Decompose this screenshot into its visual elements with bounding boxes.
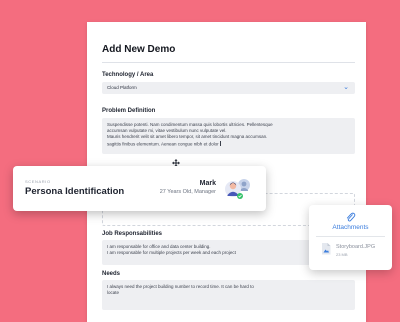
chevron-down-icon: ⌄: [343, 84, 349, 91]
technology-select-value: Cloud Platform: [107, 85, 137, 90]
image-file-icon: [322, 243, 331, 255]
needs-label: Needs: [102, 271, 121, 277]
attachment-file-size: 23 MB: [336, 252, 348, 257]
needs-textarea[interactable]: I always need the project building numbe…: [102, 280, 355, 310]
problem-definition-textarea[interactable]: Suspendisse potenti. Nam condimentum mas…: [102, 118, 355, 154]
attachment-file-name[interactable]: Storyboard.JPG: [336, 244, 375, 250]
title-divider: [102, 62, 355, 63]
scenario-eyebrow: SCENARIO: [25, 179, 51, 184]
page-title: Add New Demo: [102, 44, 176, 55]
attachments-card: Attachments Storyboard.JPG 23 MB: [309, 205, 392, 270]
problem-definition-label: Problem Definition: [102, 108, 156, 114]
persona-meta: 27 Years Old, Manager: [159, 189, 216, 195]
paperclip-icon: [346, 212, 356, 222]
problem-line: sagittis finibus elementum. Aenean congu…: [107, 141, 219, 147]
needs-line: locate: [107, 290, 120, 296]
persona-card[interactable]: SCENARIO Persona Identification Mark 27 …: [13, 166, 266, 211]
persona-title: Persona Identification: [25, 186, 125, 197]
job-responsibilities-label: Job Responsabilities: [102, 231, 163, 237]
technology-label: Technology / Area: [102, 72, 154, 78]
attachments-divider: [316, 236, 385, 237]
persona-name: Mark: [199, 180, 216, 187]
persona-avatars: [225, 179, 250, 199]
attachments-title[interactable]: Attachments: [309, 224, 392, 231]
technology-select[interactable]: Cloud Platform ⌄: [102, 82, 355, 94]
text-cursor: [219, 140, 221, 147]
